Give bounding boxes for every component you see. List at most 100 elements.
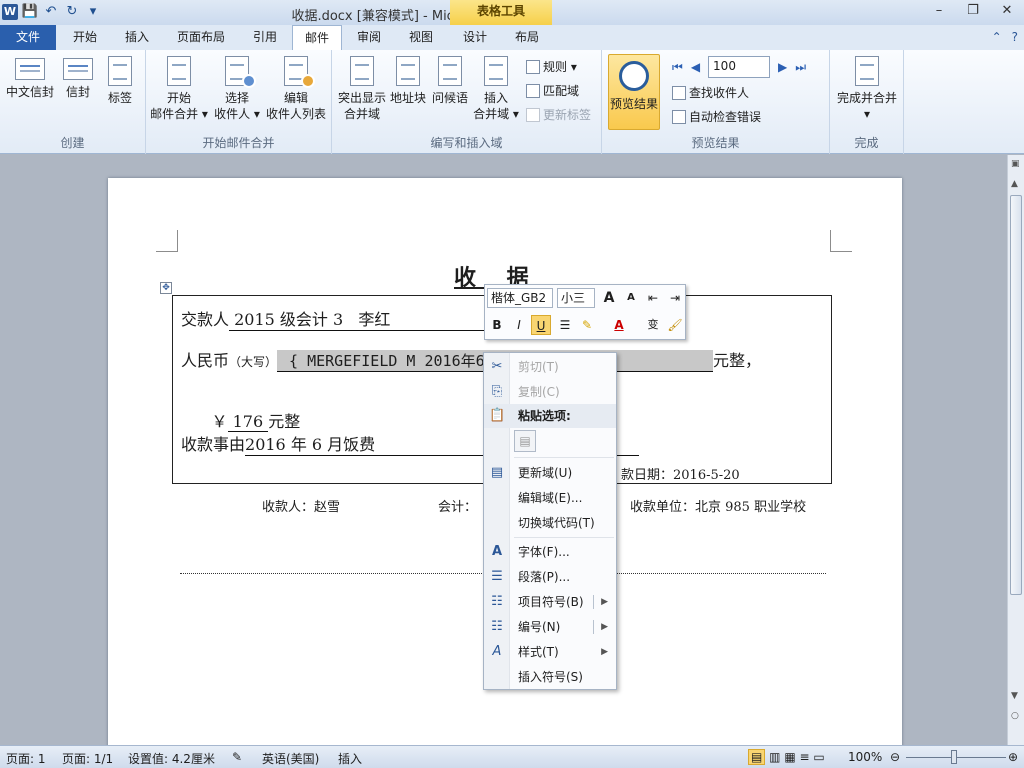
labels-button[interactable]: 标签: [100, 54, 140, 106]
status-position[interactable]: 设置值: 4.2厘米: [128, 750, 215, 767]
close-button[interactable]: ✕: [990, 0, 1024, 22]
select-recipients-button[interactable]: 选择 收件人 ▾: [208, 54, 266, 122]
tab-references[interactable]: 引用: [240, 25, 290, 50]
magnifier-icon: [619, 61, 649, 91]
tab-view[interactable]: 视图: [396, 25, 446, 50]
status-pages[interactable]: 页面: 1/1: [62, 750, 113, 767]
status-page[interactable]: 页面: 1: [6, 750, 46, 767]
full-screen-reading-icon[interactable]: ▥: [769, 750, 780, 764]
highlight-color-icon[interactable]: ✎: [577, 315, 597, 335]
help-icon[interactable]: ?: [1012, 30, 1018, 44]
status-mode[interactable]: 插入: [338, 750, 362, 767]
menu-item-copy[interactable]: ⎘ 复制(C): [484, 380, 616, 404]
tab-page-layout[interactable]: 页面布局: [166, 25, 236, 50]
format-painter-icon[interactable]: 🖌: [665, 315, 685, 335]
chinese-envelope-icon: [15, 58, 45, 80]
bold-button[interactable]: B: [487, 315, 507, 335]
amount-value: 176: [227, 412, 269, 432]
scroll-thumb[interactable]: [1010, 195, 1022, 595]
menu-item-insert-symbol[interactable]: 插入符号(S): [484, 665, 616, 689]
match-fields-icon: [526, 84, 540, 98]
scroll-up-icon[interactable]: ▲: [1011, 179, 1018, 189]
center-align-icon[interactable]: ☰: [555, 315, 575, 335]
tab-design[interactable]: 设计: [450, 25, 500, 50]
rmb-paren: （大写）: [229, 355, 278, 369]
match-fields-button[interactable]: 匹配域: [526, 82, 579, 100]
table-tools-header: 表格工具: [450, 0, 552, 25]
rules-button[interactable]: 规则 ▾: [526, 58, 577, 76]
menu-item-edit-field[interactable]: 编辑域(E)...: [484, 486, 616, 510]
zoom-out-icon[interactable]: ⊖: [890, 750, 900, 764]
address-block-button[interactable]: 地址块: [388, 54, 428, 106]
tab-mailings[interactable]: 邮件: [292, 25, 342, 50]
numbering-icon: ☷: [491, 619, 503, 634]
decrease-indent-icon[interactable]: ⇤: [643, 288, 663, 308]
status-zoom[interactable]: 100%: [848, 750, 882, 764]
highlight-merge-fields-button[interactable]: 突出显示 合并域: [336, 54, 388, 122]
find-recipient-button[interactable]: 查找收件人: [672, 84, 749, 102]
chinese-envelope-button[interactable]: 中文信封: [4, 54, 56, 100]
ribbon-tabs: 文件 开始 插入 页面布局 引用 邮件 审阅 视图 设计 布局 ⌃ ?: [0, 25, 1024, 50]
tab-home[interactable]: 开始: [60, 25, 110, 50]
start-mail-merge-button[interactable]: 开始 邮件合并 ▾: [150, 54, 208, 122]
vertical-scrollbar[interactable]: ▣ ▲ ▼ ○: [1007, 155, 1024, 745]
insert-merge-field-button[interactable]: 插入 合并域 ▾: [472, 54, 520, 122]
edit-recipient-list-button[interactable]: 编辑 收件人列表: [264, 54, 328, 122]
font-color-icon[interactable]: A: [609, 315, 629, 335]
underline-button[interactable]: U: [531, 315, 551, 335]
table-move-handle[interactable]: ✥: [160, 282, 172, 294]
preview-results-button[interactable]: 预览结果: [608, 54, 660, 130]
greeting-line-button[interactable]: 问候语: [430, 54, 470, 106]
italic-button[interactable]: I: [509, 315, 529, 335]
zoom-in-icon[interactable]: ⊕: [1008, 750, 1018, 764]
outline-icon[interactable]: ≡: [800, 750, 810, 764]
restore-button[interactable]: ❐: [956, 0, 990, 22]
crop-mark-right: [830, 230, 852, 252]
scroll-down-icon[interactable]: ▼: [1011, 691, 1018, 701]
last-record-icon[interactable]: ⏭: [795, 60, 806, 75]
menu-item-bullets[interactable]: ☷ 项目符号(B) ▶: [484, 590, 616, 614]
menu-item-toggle-field-codes[interactable]: 切换域代码(T): [484, 511, 616, 535]
previous-record-icon[interactable]: ◀: [691, 60, 700, 74]
increase-indent-icon[interactable]: ⇥: [665, 288, 685, 308]
menu-item-update-field[interactable]: ▤ 更新域(U): [484, 461, 616, 485]
update-labels-button[interactable]: 更新标签: [526, 106, 591, 124]
envelope-icon: [63, 58, 93, 80]
menu-item-paragraph[interactable]: ☰ 段落(P)...: [484, 565, 616, 589]
first-record-icon[interactable]: ⏮: [672, 60, 683, 75]
font-size-box[interactable]: 小三: [557, 288, 595, 308]
footer-payee: 收款人：赵雪: [262, 500, 341, 515]
tab-insert[interactable]: 插入: [112, 25, 162, 50]
tab-review[interactable]: 审阅: [344, 25, 394, 50]
mini-toolbar: 楷体_GB2 小三 A A ⇤ ⇥ B I U ☰ ✎ A 变 🖌: [484, 284, 686, 340]
finish-and-merge-button[interactable]: 完成并合并 ▾: [834, 54, 900, 122]
zoom-slider-thumb[interactable]: [951, 750, 957, 764]
auto-check-errors-button[interactable]: 自动检查错误: [672, 108, 761, 126]
paste-keep-text-icon[interactable]: ▤: [514, 430, 536, 452]
web-layout-icon[interactable]: ▦: [784, 750, 795, 764]
ruler-toggle-icon[interactable]: ▣: [1011, 159, 1020, 169]
draft-icon[interactable]: ▭: [813, 750, 824, 764]
browse-object-icon[interactable]: ○: [1011, 711, 1019, 721]
menu-item-cut[interactable]: ✂ 剪切(T): [484, 355, 616, 379]
grow-font-button[interactable]: A: [599, 288, 619, 308]
finish-merge-icon: [852, 56, 882, 86]
view-buttons: ▤ ▥ ▦ ≡ ▭: [748, 749, 825, 765]
tab-file[interactable]: 文件: [0, 25, 56, 50]
shrink-font-button[interactable]: A: [621, 288, 641, 308]
phonetic-guide-icon[interactable]: 变: [643, 315, 663, 335]
collapse-ribbon-icon[interactable]: ⌃: [992, 30, 1002, 44]
group-create: 中文信封 信封 标签 创建: [0, 50, 146, 154]
proofing-icon[interactable]: ✎: [232, 750, 242, 764]
menu-item-font[interactable]: A 字体(F)...: [484, 540, 616, 564]
next-record-icon[interactable]: ▶: [778, 60, 787, 74]
menu-item-styles[interactable]: A 样式(T) ▶: [484, 640, 616, 664]
print-layout-icon[interactable]: ▤: [748, 749, 766, 765]
minimize-button[interactable]: –: [922, 0, 956, 22]
envelope-button[interactable]: 信封: [58, 54, 98, 100]
font-name-box[interactable]: 楷体_GB2: [487, 288, 553, 308]
record-number-input[interactable]: 100: [708, 56, 771, 78]
menu-item-numbering[interactable]: ☷ 编号(N) ▶: [484, 615, 616, 639]
status-language[interactable]: 英语(美国): [262, 750, 319, 767]
tab-layout[interactable]: 布局: [502, 25, 552, 50]
